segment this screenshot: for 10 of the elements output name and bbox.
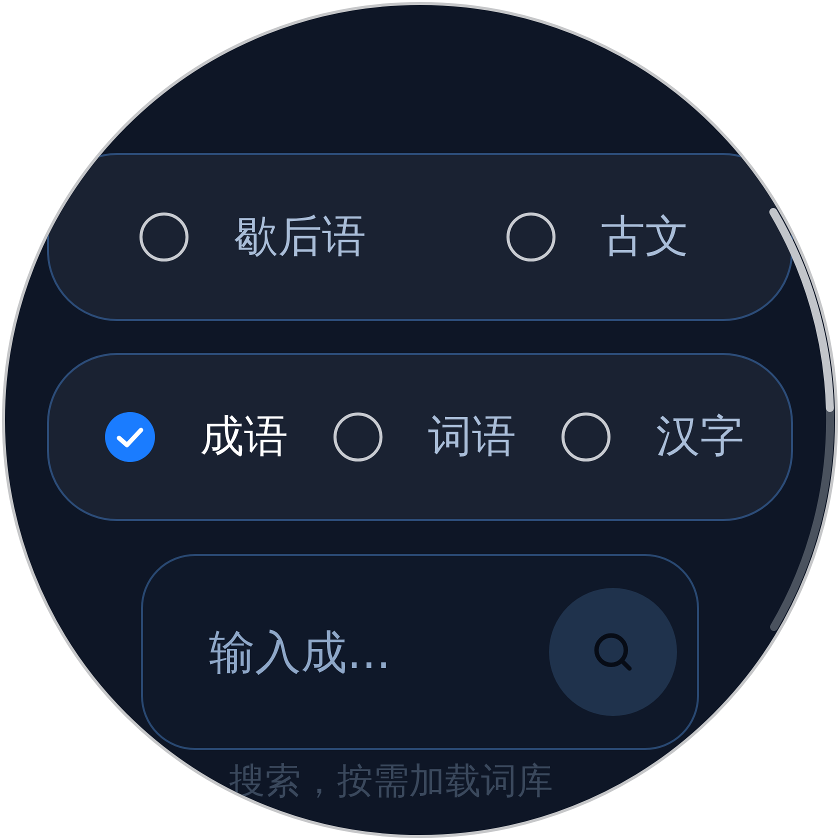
- option-label[interactable]: 古文: [601, 215, 689, 259]
- radio-button[interactable]: [139, 212, 189, 262]
- option-label[interactable]: 歇后语: [234, 215, 366, 259]
- radio-button[interactable]: [506, 212, 556, 262]
- option-label[interactable]: 成语: [200, 415, 288, 459]
- radio-button[interactable]: [333, 412, 383, 462]
- option-label[interactable]: 词语: [428, 415, 516, 459]
- radio-button[interactable]: [561, 412, 611, 462]
- option-label[interactable]: 汉字: [656, 415, 744, 459]
- radio-button[interactable]: [105, 412, 155, 462]
